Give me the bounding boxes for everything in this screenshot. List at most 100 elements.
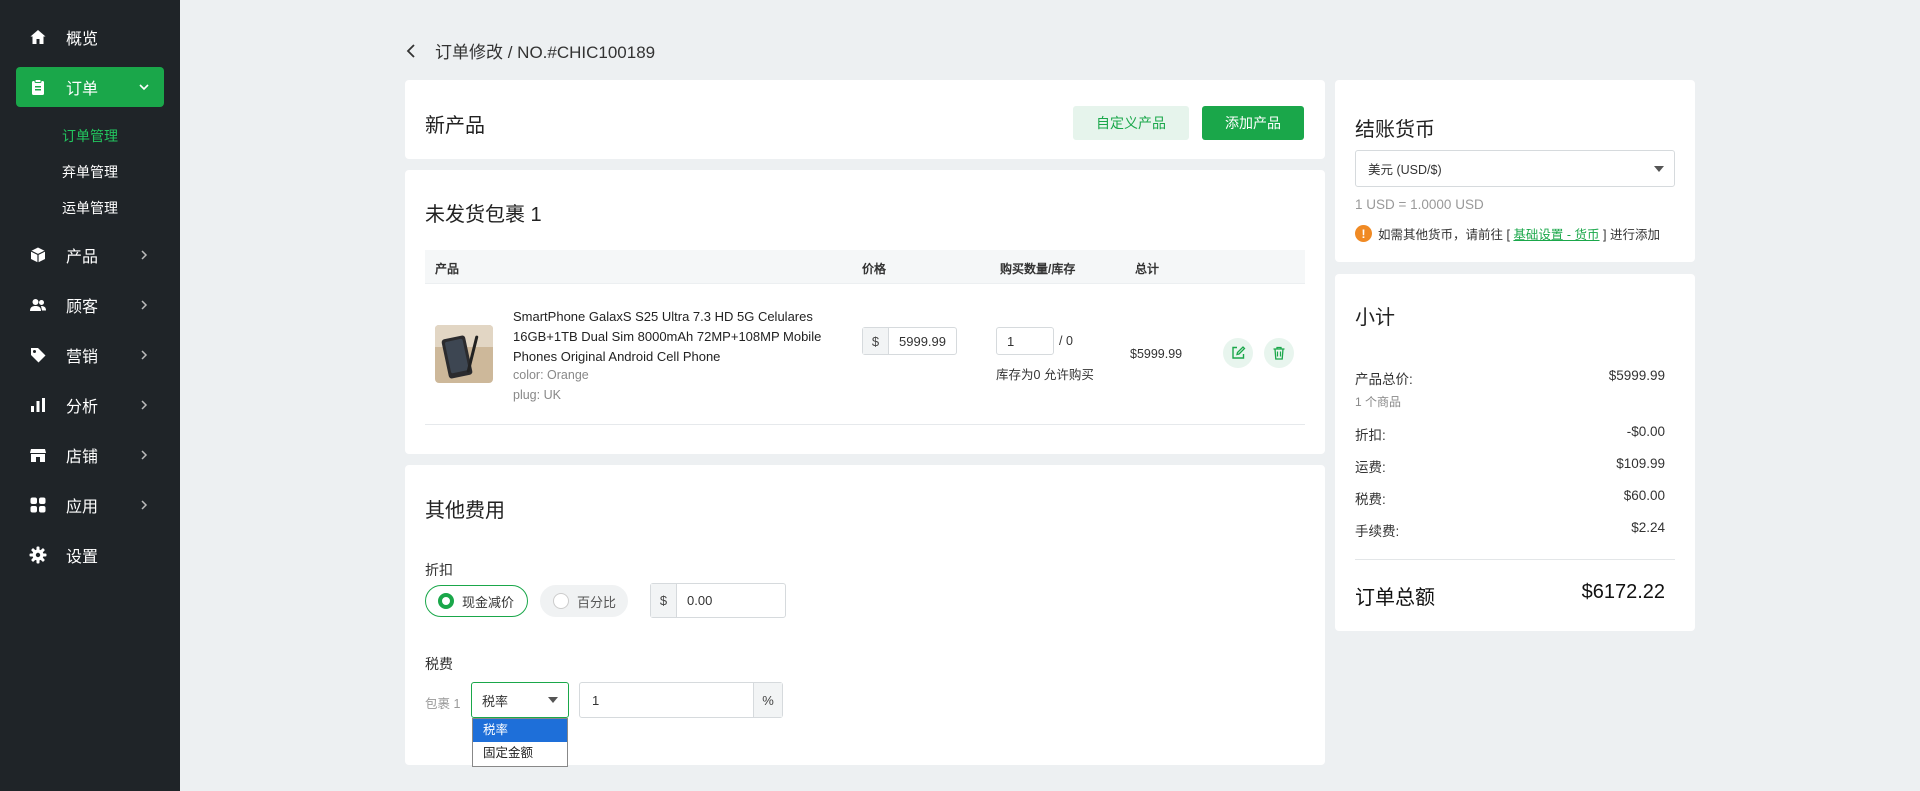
currency-select[interactable]: 美元 (USD/$) <box>1355 150 1675 187</box>
column-header-quantity-stock: 购买数量/库存 <box>1000 262 1076 276</box>
package-title: 未发货包裹 1 <box>425 204 542 226</box>
apps-grid-icon <box>28 495 48 515</box>
sidebar-item-customers[interactable]: 顾客 <box>16 285 164 325</box>
sidebar-item-label: 应用 <box>66 499 99 516</box>
radio-label: 百分比 <box>577 594 617 610</box>
sidebar-item-apps[interactable]: 应用 <box>16 485 164 525</box>
summary-product-total: 产品总价: $5999.99 <box>1355 368 1665 388</box>
other-fees-title: 其他费用 <box>425 500 505 522</box>
radio-unchecked-icon <box>553 593 569 609</box>
sidebar-item-products[interactable]: 产品 <box>16 235 164 275</box>
currency-note-suffix: ] 进行添加 <box>1599 228 1660 242</box>
column-header-product: 产品 <box>435 262 460 276</box>
summary-label: 产品总价: <box>1355 372 1413 387</box>
summary-label: 手续费: <box>1355 524 1400 539</box>
delete-button[interactable] <box>1264 338 1294 368</box>
sidebar-item-settings[interactable]: 设置 <box>16 535 164 575</box>
tax-type-select[interactable]: 税率 <box>471 682 569 718</box>
sidebar-subitem-abandoned-orders[interactable]: 弃单管理 <box>62 162 118 182</box>
dropdown-option-tax-rate[interactable]: 税率 <box>473 719 567 742</box>
chevron-right-icon <box>136 497 152 513</box>
subtotal-title: 小计 <box>1355 307 1395 329</box>
summary-value: $109.99 <box>1616 456 1665 471</box>
back-arrow-icon[interactable] <box>405 41 425 61</box>
discount-fixed-radio[interactable]: 现金减价 <box>425 585 528 617</box>
discount-amount-input[interactable]: $ 0.00 <box>650 583 786 618</box>
chevron-right-icon <box>136 447 152 463</box>
store-icon <box>28 445 48 465</box>
sidebar-item-label: 设置 <box>66 549 99 566</box>
summary-tax: 税费: $60.00 <box>1355 488 1665 508</box>
summary-value: -$0.00 <box>1626 424 1665 439</box>
sidebar-item-orders[interactable]: 订单 <box>16 67 164 107</box>
discount-amount-value[interactable]: 0.00 <box>677 593 712 608</box>
summary-shipping: 运费: $109.99 <box>1355 456 1665 476</box>
dropdown-caret-icon <box>1654 165 1664 172</box>
quantity-value[interactable]: 1 <box>997 334 1014 349</box>
discount-currency-addon: $ <box>651 584 677 617</box>
tax-rate-input[interactable]: 1 % <box>579 682 783 718</box>
summary-handling: 手续费: $2.24 <box>1355 520 1665 540</box>
trash-icon <box>1273 346 1285 360</box>
sidebar-item-label: 概览 <box>66 31 99 48</box>
product-attribute-plug: plug: UK <box>513 388 561 402</box>
chevron-right-icon <box>136 347 152 363</box>
currency-settings-link[interactable]: 基础设置 - 货币 <box>1513 224 1599 243</box>
sidebar-item-label: 营销 <box>66 349 99 366</box>
sidebar-item-label: 产品 <box>66 249 99 266</box>
sidebar-item-store[interactable]: 店铺 <box>16 435 164 475</box>
add-product-button[interactable]: 添加产品 <box>1202 106 1304 140</box>
breadcrumb: 订单修改 / NO.#CHIC100189 <box>405 38 655 63</box>
sidebar-item-marketing[interactable]: 营销 <box>16 335 164 375</box>
radio-label: 现金减价 <box>462 594 515 610</box>
home-icon <box>28 27 48 47</box>
tax-type-dropdown: 税率 固定金额 <box>472 718 568 767</box>
checkout-currency-card: 结账货币 美元 (USD/$) 1 USD = 1.0000 USD ! 如需其… <box>1335 80 1695 262</box>
exchange-rate: 1 USD = 1.0000 USD <box>1355 197 1484 212</box>
stock-count: / 0 <box>1059 334 1073 348</box>
sidebar-subitem-shipments[interactable]: 运单管理 <box>62 198 118 218</box>
sidebar-item-label: 店铺 <box>66 449 99 466</box>
summary-label: 税费: <box>1355 492 1386 507</box>
tax-type-value: 税率 <box>482 693 509 709</box>
edit-icon <box>1232 346 1246 359</box>
summary-value: $2.24 <box>1631 520 1665 535</box>
dropdown-option-fixed-amount[interactable]: 固定金额 <box>473 742 567 765</box>
tax-package-label: 包裹 1 <box>425 697 461 711</box>
currency-note-prefix: 如需其他货币，请前往 [ <box>1378 228 1514 242</box>
chevron-right-icon <box>136 397 152 413</box>
summary-product-count: 1 个商品 <box>1355 395 1402 409</box>
table-header: 产品 价格 购买数量/库存 总计 <box>425 250 1305 284</box>
summary-value: $60.00 <box>1623 488 1665 503</box>
price-value[interactable]: 5999.99 <box>889 334 946 349</box>
summary-label: 折扣: <box>1355 428 1386 443</box>
warning-icon: ! <box>1355 225 1372 242</box>
subtotal-card: 小计 产品总价: $5999.99 1 个商品 折扣: -$0.00 运费: $… <box>1335 274 1695 631</box>
price-input[interactable]: $ 5999.99 <box>862 327 957 355</box>
line-total: $5999.99 <box>1130 347 1183 361</box>
custom-product-button[interactable]: 自定义产品 <box>1073 106 1189 140</box>
discount-label: 折扣 <box>425 562 453 578</box>
tax-rate-value[interactable]: 1 <box>580 693 753 708</box>
radio-checked-icon <box>438 593 454 609</box>
new-product-title: 新产品 <box>425 115 485 137</box>
row-divider <box>425 424 1305 425</box>
sidebar: 概览 订单 订单管理 弃单管理 运单管理 产品 顾客 营销 分析 店铺 应用 设… <box>0 0 180 791</box>
discount-percentage-radio[interactable]: 百分比 <box>540 585 628 617</box>
product-name[interactable]: SmartPhone GalaxS S25 Ultra 7.3 HD 5G Ce… <box>513 307 833 367</box>
chevron-right-icon <box>136 247 152 263</box>
sidebar-item-overview[interactable]: 概览 <box>16 17 164 57</box>
sidebar-item-analytics[interactable]: 分析 <box>16 385 164 425</box>
chevron-right-icon <box>136 297 152 313</box>
column-header-price: 价格 <box>862 262 887 276</box>
tax-label: 税费 <box>425 656 453 672</box>
quantity-input[interactable]: 1 <box>996 327 1054 355</box>
stock-note: 库存为0 允许购买 <box>996 368 1094 382</box>
sidebar-subitem-order-management[interactable]: 订单管理 <box>62 126 118 146</box>
dropdown-caret-icon <box>548 697 558 703</box>
edit-button[interactable] <box>1223 338 1253 368</box>
users-icon <box>28 295 48 315</box>
product-thumbnail[interactable] <box>435 325 493 383</box>
unshipped-package-card: 未发货包裹 1 产品 价格 购买数量/库存 总计 SmartPhone Gala… <box>405 170 1325 454</box>
clipboard-icon <box>28 77 48 97</box>
